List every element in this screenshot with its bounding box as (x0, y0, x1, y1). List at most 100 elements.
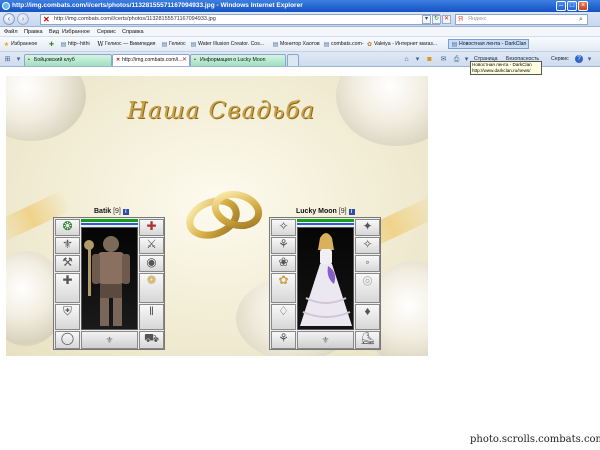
home-dropdown-icon[interactable]: ▾ (413, 55, 422, 64)
leggings-slot[interactable]: ♦ (355, 304, 380, 330)
bride-figure-icon (300, 233, 352, 326)
amulet-slot[interactable]: ⚘ (271, 237, 296, 254)
menu-bar: Файл Правка Вид Избранное Сервис Справка (0, 27, 600, 37)
favorite-label: Гелиос (169, 41, 186, 47)
quick-tabs-icon[interactable]: ⊞ (3, 55, 12, 64)
dress-slot[interactable]: ♢ (271, 304, 296, 330)
mail-icon[interactable]: ✉ (439, 55, 448, 64)
favorite-link-8[interactable]: ▤ Новостная лента - DarkClan (448, 39, 530, 49)
wedding-photo: Наша Свадьба Batik [9] i ❂ ⚜ ⚒ ✚ ⛨ ◯ ⚜ ✚… (6, 76, 428, 356)
new-tab-button[interactable] (287, 54, 299, 66)
shield-slot[interactable]: ❁ (139, 273, 164, 303)
amulet-slot[interactable]: ⚜ (55, 237, 80, 254)
bracer-slot[interactable]: ⚔ (139, 237, 164, 254)
weapon-slot[interactable]: ❀ (271, 255, 296, 272)
tab-label: Бойцовский клуб (34, 57, 75, 63)
search-icon[interactable]: ⌕ (576, 15, 586, 24)
favorite-link-7[interactable]: ✿ Valeiya - Интернет магаз... (366, 40, 437, 49)
forward-button[interactable]: › (17, 13, 29, 25)
search-input[interactable]: Я Яндекс ⌕ (455, 14, 588, 25)
menu-item-tools[interactable]: Сервис (97, 29, 116, 35)
character-name: Lucky Moon (296, 208, 337, 215)
character-name-right[interactable]: Lucky Moon [9] i (296, 208, 355, 215)
tab-lucky-moon[interactable]: ▪ Информация о Lucky Moon (190, 54, 286, 66)
address-dropdown-button[interactable]: ▾ (422, 15, 431, 24)
menu-item-help[interactable]: Справка (122, 29, 144, 35)
forward-arrow-icon: › (21, 14, 25, 23)
rings-slot[interactable]: ◦ (355, 255, 380, 272)
feeds-icon[interactable]: ◙ (425, 55, 434, 64)
page-icon: ▤ (272, 42, 279, 48)
shoes-slot[interactable]: ⛸ (355, 331, 380, 349)
tools-menu[interactable]: Сервис (551, 55, 569, 64)
belt-slot[interactable]: ⚘ (271, 331, 296, 349)
address-bar: ‹ › ✕ http://img.combats.com/i/certs/pho… (0, 12, 600, 27)
favorite-link-1[interactable]: ▤ http--hithi (60, 40, 90, 49)
home-icon[interactable]: ⌂ (402, 55, 411, 64)
favorite-label: Монитор Хаотов (280, 41, 320, 47)
menu-item-view[interactable]: Вид (49, 29, 59, 35)
character-name: Batik (94, 208, 112, 215)
url-input[interactable]: ✕ http://img.combats.com/i/certs/photos/… (40, 14, 440, 25)
inventory-panel-right: ✧ ⚘ ❀ ✿ ♢ ⚘ ⚜ ✦ ✧ ◦ ◎ ♦ ⛸ (269, 217, 381, 350)
info-icon[interactable]: i (122, 209, 129, 215)
watermark: photo.scrolls.combats.com (470, 434, 600, 445)
rose-decoration (6, 76, 86, 141)
tab-fight-club[interactable]: ▪ Бойцовский клуб (24, 54, 112, 66)
refresh-button[interactable]: ↻ (432, 15, 441, 24)
title-bar: http://img.combats.com/i/certs/photos/11… (0, 0, 600, 12)
tab-image[interactable]: ✕ http://img.combats.com/i... ✕ (112, 54, 190, 66)
mana-bar (81, 223, 138, 225)
add-favorite-button[interactable]: ✚ (48, 40, 56, 49)
yandex-icon: Я (458, 16, 464, 23)
favorite-label: Water Illusion Creator. Cos... (198, 41, 265, 47)
favorites-button[interactable]: ★ Избранное (3, 40, 38, 49)
weapon-slot[interactable]: ⚒ (55, 255, 80, 272)
helmet-slot[interactable]: ✚ (139, 219, 164, 236)
belt-slot[interactable]: ◯ (55, 331, 80, 349)
character-level: [9] (338, 208, 347, 215)
bracer-slot[interactable]: ✧ (355, 237, 380, 254)
star-icon: ★ (3, 42, 10, 48)
favorite-link-5[interactable]: ▤ Монитор Хаотов (272, 40, 320, 49)
shield-slot[interactable]: ◎ (355, 273, 380, 303)
minimize-button[interactable]: – (556, 1, 566, 11)
character-portrait-right[interactable] (297, 227, 354, 330)
character-name-left[interactable]: Batik [9] i (94, 208, 129, 215)
maximize-button[interactable]: □ (567, 1, 577, 11)
wikipedia-icon: W (97, 41, 104, 48)
stop-button[interactable]: ✕ (442, 15, 451, 24)
emblem-strip: ⚜ (81, 331, 138, 349)
mace-slot[interactable]: ✚ (55, 273, 80, 303)
favorite-label: combats.com- (331, 41, 364, 47)
print-icon[interactable]: ⎙ (452, 55, 461, 64)
tab-list-icon[interactable]: ▾ (14, 55, 23, 64)
menu-item-file[interactable]: Файл (4, 29, 18, 35)
favorite-link-6[interactable]: ▤ combats.com- (323, 40, 364, 49)
helmet-slot[interactable]: ✦ (355, 219, 380, 236)
character-portrait-left[interactable] (81, 227, 138, 330)
earring-slot[interactable]: ✧ (271, 219, 296, 236)
help-icon[interactable]: ? (575, 55, 583, 63)
boots-slot[interactable]: ⛟ (139, 331, 164, 349)
bouquet-slot[interactable]: ✿ (271, 273, 296, 303)
menu-item-edit[interactable]: Правка (24, 29, 43, 35)
favorite-link-3[interactable]: ▤ Гелиос (161, 40, 186, 49)
leggings-slot[interactable]: ‖ (139, 304, 164, 330)
close-window-button[interactable]: × (578, 1, 588, 11)
armor-slot[interactable]: ⛨ (55, 304, 80, 330)
favorite-link-4[interactable]: ▤ Water Illusion Creator. Cos... (190, 40, 264, 49)
earring-slot[interactable]: ❂ (55, 219, 80, 236)
wedding-rings-icon (186, 190, 263, 239)
back-button[interactable]: ‹ (3, 13, 15, 25)
favorite-label: Valeiya - Интернет магаз... (374, 41, 438, 47)
info-icon[interactable]: i (348, 209, 355, 215)
favorite-link-2[interactable]: WГелиос — Википедия (97, 40, 155, 49)
tab-label: http://img.combats.com/i... (122, 57, 183, 63)
character-level: [9] (113, 208, 121, 215)
health-bar (81, 219, 138, 222)
close-tab-icon[interactable]: ✕ (182, 55, 187, 66)
menu-item-favorites[interactable]: Избранное (62, 29, 90, 35)
rings-slot[interactable]: ◉ (139, 255, 164, 272)
help-dropdown-icon[interactable]: ▾ (585, 55, 594, 64)
